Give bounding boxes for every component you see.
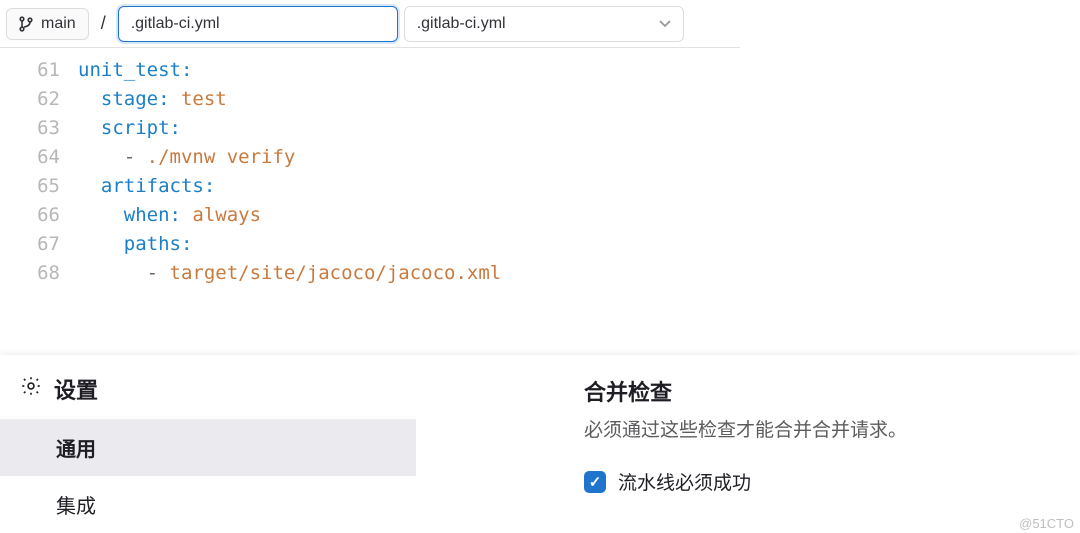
code-editor[interactable]: 6162636465666768 unit_test: stage: test … (0, 48, 860, 288)
line-number: 66 (0, 201, 60, 230)
branch-name: main (41, 15, 76, 33)
line-number: 62 (0, 85, 60, 114)
settings-panel: 设置 通用集成 合并检查 必须通过这些检查才能合并合并请求。 ✓ 流水线必须成功 (0, 355, 1080, 533)
branch-selector[interactable]: main (6, 8, 89, 40)
code-line[interactable]: when: always (78, 201, 860, 230)
settings-title: 设置 (54, 373, 98, 405)
code-body[interactable]: unit_test: stage: test script: - ./mvnw … (78, 56, 860, 288)
code-line[interactable]: - ./mvnw verify (78, 143, 860, 172)
breadcrumb-bar: main / .gitlab-ci.yml (0, 0, 740, 48)
code-line[interactable]: - target/site/jacoco/jacoco.xml (78, 259, 860, 288)
pipeline-success-label: 流水线必须成功 (618, 468, 751, 495)
line-gutter: 6162636465666768 (0, 56, 78, 288)
code-line[interactable]: stage: test (78, 85, 860, 114)
watermark: @51CTO (1019, 516, 1074, 531)
sidebar-item-1[interactable]: 集成 (0, 476, 416, 533)
line-number: 68 (0, 259, 60, 288)
gear-icon (20, 375, 42, 403)
pipeline-check-row[interactable]: ✓ 流水线必须成功 (584, 468, 907, 495)
settings-sidebar: 设置 通用集成 (0, 355, 416, 533)
line-number: 64 (0, 143, 60, 172)
line-number: 67 (0, 230, 60, 259)
line-number: 63 (0, 114, 60, 143)
chevron-down-icon (659, 15, 671, 33)
code-line[interactable]: artifacts: (78, 172, 860, 201)
file-path-input[interactable] (118, 6, 398, 42)
merge-check-description: 必须通过这些检查才能合并合并请求。 (584, 415, 907, 442)
branch-icon (19, 16, 33, 32)
merge-check-title: 合并检查 (584, 375, 907, 407)
line-number: 65 (0, 172, 60, 201)
code-line[interactable]: paths: (78, 230, 860, 259)
settings-body: 合并检查 必须通过这些检查才能合并合并请求。 ✓ 流水线必须成功 (416, 355, 927, 533)
template-select-value: .gitlab-ci.yml (417, 15, 506, 33)
breadcrumb-separator: / (95, 13, 112, 34)
pipeline-success-checkbox[interactable]: ✓ (584, 471, 606, 493)
code-line[interactable]: unit_test: (78, 56, 860, 85)
line-number: 61 (0, 56, 60, 85)
sidebar-item-0[interactable]: 通用 (0, 419, 416, 476)
template-select[interactable]: .gitlab-ci.yml (404, 6, 684, 42)
code-line[interactable]: script: (78, 114, 860, 143)
settings-header: 设置 (0, 355, 416, 419)
